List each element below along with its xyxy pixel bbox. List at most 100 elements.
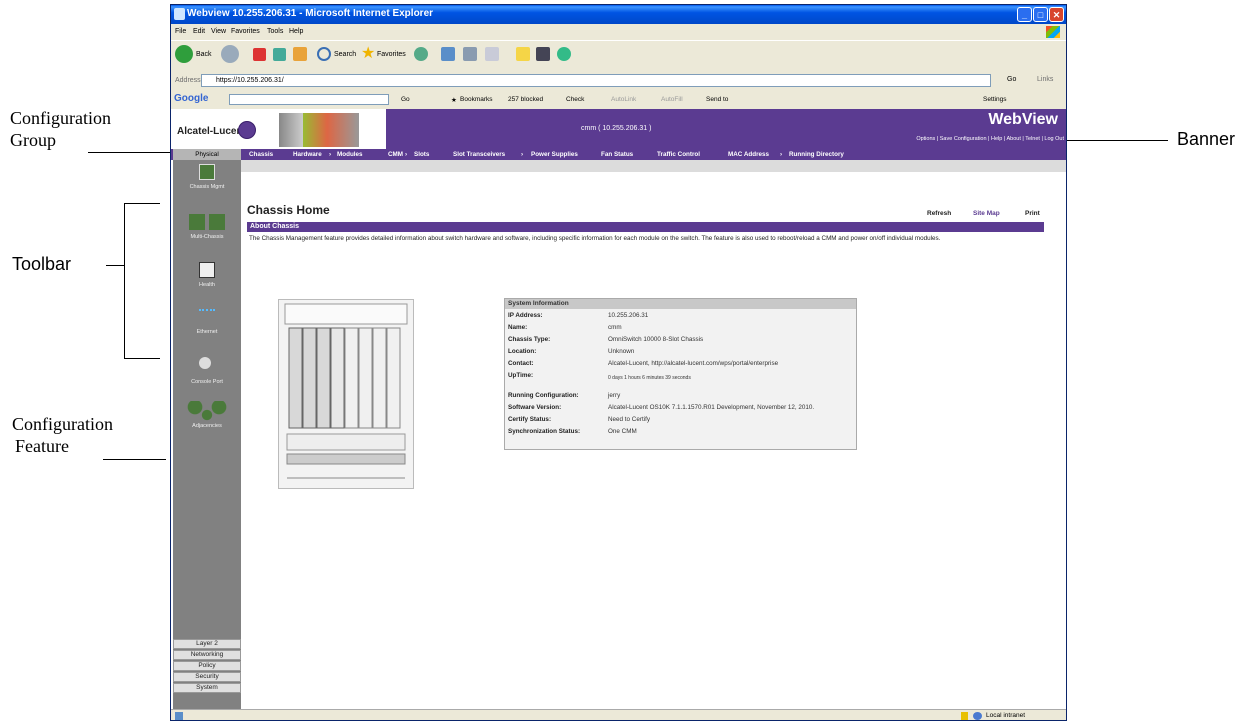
stop-icon[interactable] bbox=[253, 48, 266, 61]
tool-multi-chassis[interactable]: Multi-Chassis bbox=[173, 212, 241, 240]
search-icon[interactable] bbox=[317, 47, 331, 61]
system-information-title: System Information bbox=[508, 300, 569, 307]
about-section-title: About Chassis bbox=[250, 223, 300, 230]
print-link[interactable]: Print bbox=[1025, 210, 1040, 217]
menu-edit[interactable]: Edit bbox=[193, 28, 205, 35]
nav-cmm[interactable]: CMM bbox=[388, 151, 403, 158]
spell-check-button[interactable]: Check bbox=[566, 96, 584, 103]
window-title: Webview 10.255.206.31 - Microsoft Intern… bbox=[187, 8, 434, 19]
config-group-networking[interactable]: Networking bbox=[173, 650, 241, 660]
google-go-button[interactable]: Go bbox=[401, 96, 410, 103]
site-map-link[interactable]: Site Map bbox=[973, 210, 1000, 217]
callout-toolbar: Toolbar bbox=[12, 254, 72, 274]
search-button[interactable]: Search bbox=[334, 51, 356, 58]
menu-favorites[interactable]: Favorites bbox=[231, 28, 260, 35]
google-search-input[interactable] bbox=[229, 94, 389, 105]
nav-traffic-control[interactable]: Traffic Control bbox=[657, 151, 700, 158]
links-button[interactable]: Links bbox=[1037, 76, 1053, 83]
mail-icon[interactable] bbox=[441, 47, 455, 61]
nav-modules[interactable]: Modules bbox=[337, 151, 363, 158]
tool-ethernet[interactable]: Ethernet bbox=[173, 307, 241, 335]
chassis-illustration bbox=[284, 303, 408, 479]
chassis-image[interactable] bbox=[278, 299, 414, 489]
nav-power-supplies[interactable]: Power Supplies bbox=[531, 151, 578, 158]
maximize-button[interactable]: □ bbox=[1033, 7, 1048, 22]
research-icon[interactable] bbox=[536, 47, 550, 61]
bookmarks-button[interactable]: Bookmarks bbox=[460, 96, 493, 103]
nav-arrow: › bbox=[329, 151, 332, 158]
menu-view[interactable]: View bbox=[211, 28, 226, 35]
callout-banner: Banner bbox=[1177, 129, 1236, 149]
forward-icon[interactable] bbox=[221, 45, 239, 63]
banner-links[interactable]: Options | Save Configuration | Help | Ab… bbox=[916, 136, 1064, 142]
callout-line-banner bbox=[1059, 140, 1168, 141]
system-information-header: System Information bbox=[505, 299, 856, 309]
minimize-button[interactable]: _ bbox=[1017, 7, 1032, 22]
tool-health[interactable]: Health bbox=[173, 260, 241, 288]
feature-nav-bar: Physical Chassis Hardware › Modules CMM … bbox=[171, 149, 1066, 160]
title-bar: Webview 10.255.206.31 - Microsoft Intern… bbox=[171, 5, 1066, 24]
nav-chassis[interactable]: Chassis bbox=[249, 151, 273, 158]
google-toolbar: Google Go ★ Bookmarks 257 blocked Check … bbox=[171, 91, 1066, 109]
settings-button[interactable]: Settings bbox=[983, 96, 1007, 103]
banner-host: cmm ( 10.255.206.31 ) bbox=[581, 125, 652, 132]
config-group-security[interactable]: Security bbox=[173, 672, 241, 682]
home-icon[interactable] bbox=[293, 47, 307, 61]
go-button[interactable]: Go bbox=[1007, 76, 1016, 83]
lock-icon bbox=[961, 712, 968, 720]
config-group-layer2[interactable]: Layer 2 bbox=[173, 639, 241, 649]
nav-running-directory[interactable]: Running Directory bbox=[789, 151, 844, 158]
webview-product-name: WebView bbox=[988, 111, 1058, 128]
nav-arrow: › bbox=[780, 151, 783, 158]
history-icon[interactable] bbox=[414, 47, 428, 61]
address-bar: Address https://10.255.206.31/ Go Links bbox=[171, 71, 1066, 91]
status-bar: Local intranet bbox=[171, 709, 1066, 720]
address-input[interactable]: https://10.255.206.31/ bbox=[201, 74, 991, 87]
menu-file[interactable]: File bbox=[175, 28, 186, 35]
alcatel-lucent-logo-icon bbox=[238, 121, 256, 139]
logo-area: Alcatel-Lucent bbox=[171, 109, 386, 149]
tool-sidebar: Chassis Mgmt Multi-Chassis Health Ethern… bbox=[173, 160, 241, 709]
nav-hardware[interactable]: Hardware bbox=[293, 151, 322, 158]
address-value: https://10.255.206.31/ bbox=[216, 77, 284, 84]
menu-bar: File Edit View Favorites Tools Help bbox=[171, 24, 1066, 40]
print-icon[interactable] bbox=[463, 47, 477, 61]
messenger-icon[interactable] bbox=[557, 47, 571, 61]
popup-blocked-count[interactable]: 257 blocked bbox=[508, 96, 543, 103]
edit-icon[interactable] bbox=[485, 47, 499, 61]
star-icon[interactable]: ★ bbox=[451, 96, 457, 104]
autolink-button[interactable]: AutoLink bbox=[611, 96, 636, 103]
nav-fan-status[interactable]: Fan Status bbox=[601, 151, 633, 158]
callout-configuration-feature: Configuration Feature bbox=[12, 414, 113, 456]
alcatel-lucent-logo: Alcatel-Lucent bbox=[177, 126, 246, 137]
callout-line-configuration-feature bbox=[103, 459, 166, 460]
notes-icon[interactable] bbox=[516, 47, 530, 61]
refresh-icon[interactable] bbox=[273, 48, 286, 61]
nav-slots[interactable]: Slots bbox=[414, 151, 429, 158]
nav-slot-transceivers[interactable]: Slot Transceivers bbox=[453, 151, 505, 158]
send-to-button[interactable]: Send to bbox=[706, 96, 728, 103]
health-icon bbox=[199, 262, 215, 278]
system-information-panel: System Information IP Address: 10.255.206… bbox=[504, 298, 857, 450]
callout-bracket-toolbar-top bbox=[124, 203, 160, 204]
nav-mac-address[interactable]: MAC Address bbox=[728, 151, 769, 158]
menu-tools[interactable]: Tools bbox=[267, 28, 283, 35]
config-group-system[interactable]: System bbox=[173, 683, 241, 693]
autofill-button[interactable]: AutoFill bbox=[661, 96, 683, 103]
config-group-physical[interactable]: Physical bbox=[173, 149, 241, 160]
back-icon[interactable] bbox=[175, 45, 193, 63]
close-button[interactable]: ✕ bbox=[1049, 7, 1064, 22]
tool-adjacencies[interactable]: Adjacencies bbox=[173, 399, 241, 429]
about-section-bar: About Chassis bbox=[247, 222, 1044, 232]
back-button[interactable]: Back bbox=[196, 51, 212, 58]
tool-chassis-mgmt[interactable]: Chassis Mgmt bbox=[173, 162, 241, 190]
menu-help[interactable]: Help bbox=[289, 28, 303, 35]
address-label: Address bbox=[175, 77, 201, 84]
config-group-policy[interactable]: Policy bbox=[173, 661, 241, 671]
tool-console-port[interactable]: Console Port bbox=[173, 353, 241, 385]
refresh-link[interactable]: Refresh bbox=[927, 210, 951, 217]
favorites-button[interactable]: Favorites bbox=[377, 51, 406, 58]
browser-toolbar: Back Search ★ Favorites bbox=[171, 40, 1066, 71]
main-content: Chassis Home Refresh Site Map Print Abou… bbox=[247, 172, 1057, 709]
multi-chassis-icon bbox=[189, 214, 225, 230]
